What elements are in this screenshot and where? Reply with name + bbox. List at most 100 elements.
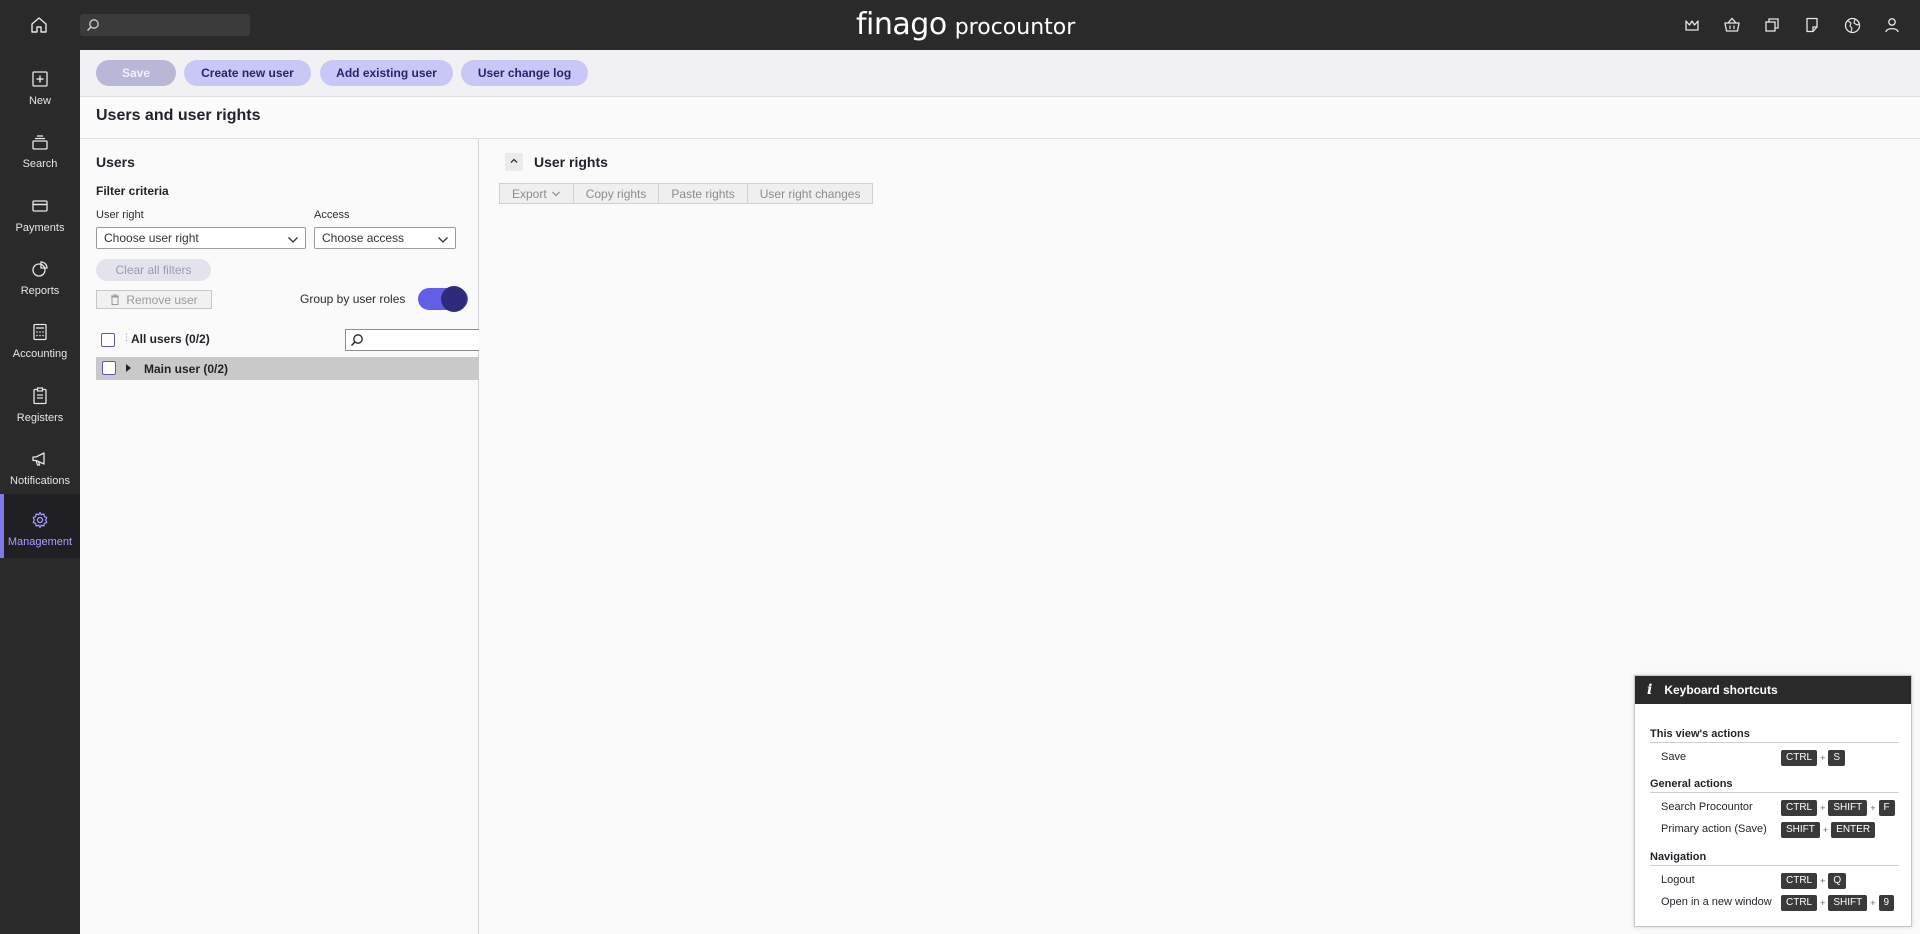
search-icon <box>86 18 100 35</box>
plus-sign: + <box>1820 803 1826 813</box>
create-new-user-button[interactable]: Create new user <box>184 60 311 86</box>
side-navigation: New Search Payments Reports Accounting R… <box>0 50 80 934</box>
collapse-button[interactable] <box>505 153 523 171</box>
save-button[interactable]: Save <box>96 60 176 86</box>
key-cap: F <box>1878 800 1895 816</box>
key-cap: Q <box>1828 873 1847 889</box>
nav-item-new[interactable]: New <box>0 57 80 119</box>
nav-item-notifications[interactable]: Notifications <box>0 437 80 499</box>
shortcuts-section-general: General actions <box>1650 778 1899 793</box>
windows-icon[interactable] <box>1760 13 1784 37</box>
megaphone-icon <box>31 447 49 471</box>
user-icon[interactable] <box>1880 13 1904 37</box>
nav-item-search[interactable]: Search <box>0 120 80 182</box>
nav-label: Notifications <box>10 475 70 487</box>
key-cap: S <box>1828 750 1846 766</box>
user-right-select[interactable]: Choose user right <box>96 227 306 249</box>
shortcut-name: Primary action (Save) <box>1661 823 1767 835</box>
nav-item-management[interactable]: Management <box>0 494 80 558</box>
shortcut-keys: CTRL + SHIFT + F <box>1781 800 1895 816</box>
global-search-input[interactable] <box>80 14 250 36</box>
shortcut-row: Search Procountor CTRL + SHIFT + F <box>1661 800 1901 816</box>
key-cap: SHIFT <box>1781 822 1820 838</box>
chevron-down-icon <box>437 232 449 252</box>
key-cap: CTRL <box>1781 800 1818 816</box>
sort-handle-icon[interactable]: ⋮ <box>122 332 131 343</box>
nav-item-accounting[interactable]: Accounting <box>0 310 80 372</box>
paste-rights-button[interactable]: Paste rights <box>659 184 748 203</box>
user-right-changes-button[interactable]: User right changes <box>748 184 873 203</box>
user-rights-title: User rights <box>534 154 608 170</box>
users-panel-title: Users <box>96 154 135 170</box>
user-right-value: Choose user right <box>104 231 199 245</box>
shortcut-row: Logout CTRL + Q <box>1661 873 1901 889</box>
key-cap: 9 <box>1878 895 1895 911</box>
home-icon[interactable] <box>26 12 52 38</box>
info-icon: i <box>1647 682 1653 698</box>
access-label: Access <box>314 209 350 221</box>
globe-icon[interactable] <box>1840 13 1864 37</box>
brand-logo[interactable]: finago procountor <box>856 7 1075 43</box>
chevron-down-icon <box>551 189 561 199</box>
access-select[interactable]: Choose access <box>314 227 456 249</box>
remove-user-button[interactable]: Remove user <box>96 290 212 309</box>
plus-sign: + <box>1822 825 1829 835</box>
shortcut-row: Save CTRL + S <box>1661 750 1901 766</box>
all-users-checkbox[interactable] <box>101 333 115 347</box>
shortcut-keys: SHIFT + ENTER <box>1781 822 1876 838</box>
group-checkbox[interactable] <box>102 361 116 375</box>
shortcut-name: Open in a new window <box>1661 896 1772 908</box>
expand-caret-icon[interactable] <box>126 364 131 372</box>
nav-label: Payments <box>15 222 65 234</box>
group-by-roles-toggle[interactable] <box>418 286 468 312</box>
basket-icon[interactable] <box>1720 13 1744 37</box>
chevron-down-icon <box>287 232 299 252</box>
action-toolbar: Save Create new user Add existing user U… <box>80 50 1920 97</box>
key-cap: ENTER <box>1831 822 1876 838</box>
nav-item-reports[interactable]: Reports <box>0 247 80 309</box>
clear-all-filters-button[interactable]: Clear all filters <box>96 259 211 281</box>
copy-rights-button[interactable]: Copy rights <box>574 184 660 203</box>
pie-chart-icon <box>31 257 49 281</box>
plus-sign: + <box>1820 898 1826 908</box>
plus-sign: + <box>1820 753 1826 763</box>
crown-icon[interactable] <box>1680 13 1704 37</box>
toggle-knob <box>441 286 467 312</box>
shortcut-keys: CTRL + SHIFT + 9 <box>1781 895 1895 911</box>
card-icon <box>31 194 49 218</box>
plus-sign: + <box>1870 898 1876 908</box>
shortcuts-section-navigation: Navigation <box>1650 851 1899 866</box>
calculator-icon <box>31 320 49 344</box>
shortcut-keys: CTRL + S <box>1781 750 1846 766</box>
nav-item-registers[interactable]: Registers <box>0 374 80 436</box>
user-change-log-button[interactable]: User change log <box>461 60 588 86</box>
key-cap: CTRL <box>1781 873 1818 889</box>
nav-label: Search <box>22 158 58 170</box>
key-cap: SHIFT <box>1828 895 1868 911</box>
nav-item-payments[interactable]: Payments <box>0 184 80 246</box>
export-label: Export <box>512 186 547 201</box>
export-dropdown[interactable]: Export <box>500 184 574 203</box>
page-header: Users and user rights <box>80 97 1920 139</box>
shortcut-name: Logout <box>1661 874 1695 886</box>
shortcut-keys: CTRL + Q <box>1781 873 1847 889</box>
all-users-row: ⋮ All users (0/2) <box>96 329 485 351</box>
remove-user-label: Remove user <box>126 292 198 307</box>
key-cap: CTRL <box>1781 750 1818 766</box>
plus-sign: + <box>1820 876 1826 886</box>
plus-square-icon <box>31 67 49 91</box>
add-existing-user-button[interactable]: Add existing user <box>320 60 453 86</box>
user-group-row[interactable]: Main user (0/2) <box>96 357 479 380</box>
filter-criteria-heading: Filter criteria <box>96 184 169 198</box>
nav-label: Accounting <box>12 348 68 360</box>
user-search-input[interactable] <box>345 329 485 351</box>
nav-label: Reports <box>20 285 60 297</box>
shortcuts-header[interactable]: i Keyboard shortcuts <box>1635 676 1911 704</box>
document-icon[interactable] <box>1800 13 1824 37</box>
shortcuts-section-view: This view's actions <box>1650 728 1899 743</box>
brand-primary: finago <box>856 7 947 42</box>
chevron-up-icon <box>509 155 519 169</box>
trash-icon <box>110 294 120 305</box>
plus-sign: + <box>1870 803 1876 813</box>
access-value: Choose access <box>322 231 405 245</box>
